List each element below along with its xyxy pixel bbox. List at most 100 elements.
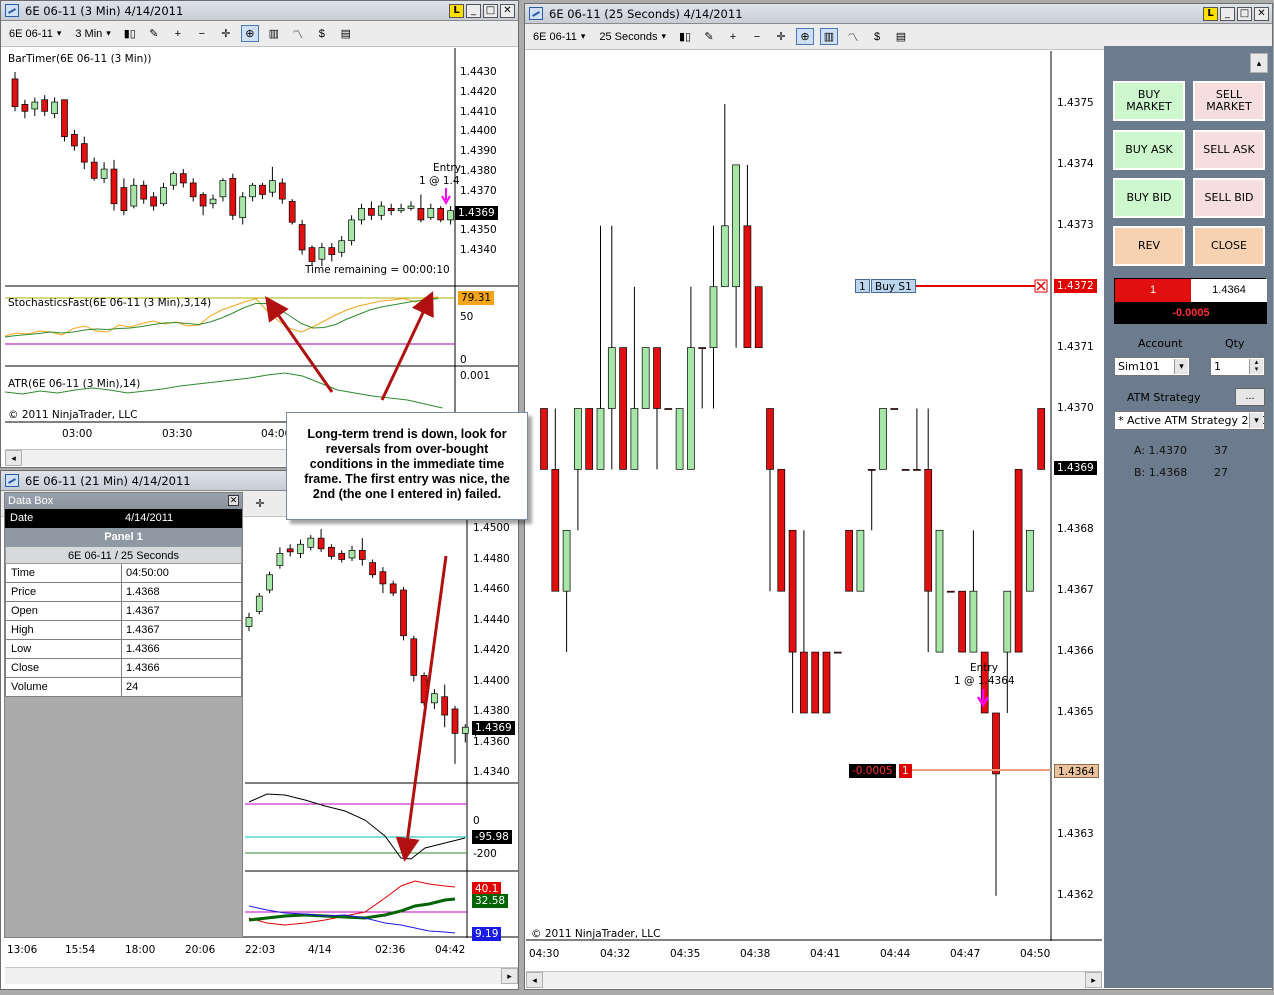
crosshair-icon[interactable]: ✛ bbox=[217, 25, 235, 42]
row-label: High bbox=[6, 621, 122, 639]
candle-body bbox=[266, 574, 273, 591]
close-button[interactable]: ✕ bbox=[1254, 7, 1269, 21]
account-label: Account bbox=[1138, 337, 1183, 350]
win1.price_ticks-tick: 1.4380 bbox=[460, 165, 497, 177]
candle-body bbox=[619, 347, 627, 470]
scroll-left-button[interactable]: ◂ bbox=[5, 450, 22, 466]
reverse-button[interactable]: REV bbox=[1113, 226, 1185, 266]
candle-body bbox=[328, 247, 336, 255]
time-tick: 04:42 bbox=[435, 944, 466, 956]
price-panel-3min[interactable]: BarTimer(6E 06-11 (3 Min)) Time remainin… bbox=[5, 48, 518, 448]
minimize-button[interactable]: _ bbox=[1220, 7, 1235, 21]
zoom-in-icon[interactable]: + bbox=[724, 28, 742, 45]
entry-label: Entry bbox=[970, 662, 998, 674]
bar-type-icon[interactable]: ▮▯ bbox=[121, 25, 139, 42]
close-button[interactable]: ✕ bbox=[500, 4, 515, 18]
instrument-selector[interactable]: 6E 06-11 bbox=[529, 30, 589, 44]
candle-body bbox=[297, 543, 304, 554]
sell-market-button[interactable]: SELL MARKET bbox=[1193, 81, 1265, 121]
bar-type-icon[interactable]: ▮▯ bbox=[676, 28, 694, 45]
atm-options-button[interactable]: ... bbox=[1235, 388, 1265, 406]
panel-collapse-button[interactable]: ▴ bbox=[1250, 53, 1268, 73]
row-value: 1.4367 bbox=[126, 605, 160, 617]
chevron-down-icon[interactable]: ▾ bbox=[1174, 359, 1188, 374]
candle-body bbox=[1003, 590, 1012, 653]
candle-body bbox=[160, 187, 167, 205]
properties-icon[interactable]: ▤ bbox=[892, 28, 910, 45]
win3.price_ticks-tick: 1.4374 bbox=[1057, 157, 1094, 170]
stoch-tick-0: 0 bbox=[460, 354, 467, 366]
crosshair-icon[interactable]: ✛ bbox=[251, 495, 269, 512]
properties-icon[interactable]: ▤ bbox=[337, 25, 355, 42]
candle-body bbox=[867, 469, 876, 471]
buy-ask-button[interactable]: BUY ASK bbox=[1113, 130, 1185, 170]
ask-price-label: A: 1.4370 bbox=[1134, 444, 1188, 457]
chart-25sec-svg bbox=[526, 51, 1102, 941]
maximize-button[interactable]: □ bbox=[1237, 7, 1252, 21]
indicators-icon[interactable]: 〽 bbox=[844, 28, 862, 45]
chart-trader-icon[interactable]: ▥ bbox=[820, 28, 838, 45]
time-tick: 15:54 bbox=[65, 944, 96, 956]
window-titlebar[interactable]: 6E 06-11 (3 Min) 4/14/2011 L _ □ ✕ bbox=[1, 1, 518, 21]
buy-market-button[interactable]: BUY MARKET bbox=[1113, 81, 1185, 121]
scroll-right-button[interactable]: ▸ bbox=[501, 968, 518, 984]
zoom-out-icon[interactable]: − bbox=[193, 25, 211, 42]
candle-body bbox=[389, 583, 397, 594]
maximize-button[interactable]: □ bbox=[483, 4, 498, 18]
candle-body bbox=[687, 347, 695, 470]
candle-body bbox=[307, 537, 315, 548]
drawing-pencil-icon[interactable]: ✎ bbox=[145, 25, 163, 42]
entry-qty-label: 1 @ 1.4 bbox=[419, 175, 460, 187]
horizontal-scrollbar[interactable]: ◂ ▸ bbox=[526, 971, 1102, 988]
zoom-in-icon[interactable]: + bbox=[169, 25, 187, 42]
chevron-down-icon[interactable]: ▾ bbox=[1249, 413, 1263, 428]
indicators-icon[interactable]: 〽 bbox=[289, 25, 307, 42]
drawing-pencil-icon[interactable]: ✎ bbox=[700, 28, 718, 45]
adx-line bbox=[248, 897, 456, 922]
chart-trader-icon[interactable]: ▥ bbox=[265, 25, 283, 42]
zoom-out-icon[interactable]: − bbox=[748, 28, 766, 45]
candle-body bbox=[879, 408, 887, 470]
candle-body bbox=[596, 408, 605, 470]
win2.price_ticks-tick: 1.4500 bbox=[473, 522, 510, 534]
link-button[interactable]: L bbox=[449, 4, 464, 18]
strategies-icon[interactable]: $ bbox=[313, 25, 331, 42]
data-box-title[interactable]: Data Box ✕ bbox=[5, 493, 242, 509]
interval-selector[interactable]: 3 Min bbox=[71, 27, 114, 41]
data-box-row: Volume 24 bbox=[5, 678, 242, 697]
win2.price_ticks-tick: 1.4440 bbox=[473, 613, 510, 626]
chart-trader-panel: ▴ BUY MARKET SELL MARKET BUY ASK SELL AS… bbox=[1104, 46, 1273, 988]
candle-body bbox=[811, 651, 820, 714]
global-crosshair-icon[interactable]: ⊕ bbox=[796, 28, 814, 45]
order-label-tag[interactable]: Buy S1 bbox=[871, 279, 916, 293]
row-value: 24 bbox=[126, 681, 139, 693]
stochastics-value-tag: 79.31 bbox=[458, 291, 495, 305]
candle-body bbox=[664, 408, 673, 410]
global-crosshair-icon[interactable]: ⊕ bbox=[240, 25, 259, 42]
close-position-button[interactable]: CLOSE bbox=[1193, 226, 1265, 266]
win3.price_ticks-tick: 1.4365 bbox=[1057, 706, 1094, 718]
scroll-right-button[interactable]: ▸ bbox=[1085, 972, 1102, 988]
horizontal-scrollbar[interactable]: ▸ bbox=[5, 967, 518, 984]
window-titlebar[interactable]: 6E 06-11 (25 Seconds) 4/14/2011 L _ □ ✕ bbox=[525, 4, 1272, 24]
win3.price_ticks-tick: 1.4367 bbox=[1057, 584, 1094, 597]
sell-bid-button[interactable]: SELL BID bbox=[1193, 178, 1265, 218]
interval-selector[interactable]: 25 Seconds bbox=[595, 30, 670, 44]
crosshair-icon[interactable]: ✛ bbox=[772, 28, 790, 45]
close-icon[interactable]: ✕ bbox=[228, 495, 239, 506]
price-panel-25sec[interactable]: 1.4375 1.4374 1.4373 1.4372 1.4371 1.4370 1.43… bbox=[526, 51, 1102, 971]
buy-bid-button[interactable]: BUY BID bbox=[1113, 178, 1185, 218]
candle-body bbox=[427, 208, 435, 218]
quantity-stepper[interactable]: 1 ▴ ▾ bbox=[1210, 357, 1265, 376]
minimize-button[interactable]: _ bbox=[466, 4, 481, 18]
instrument-selector[interactable]: 6E 06-11 bbox=[5, 27, 65, 41]
link-button[interactable]: L bbox=[1203, 7, 1218, 21]
di-minus-line bbox=[248, 905, 456, 934]
order-qty-tag[interactable]: 1 bbox=[855, 279, 870, 293]
scroll-left-button[interactable]: ◂ bbox=[526, 972, 543, 988]
spinner-arrows-icon[interactable]: ▴ ▾ bbox=[1249, 359, 1263, 374]
sell-ask-button[interactable]: SELL ASK bbox=[1193, 130, 1265, 170]
account-select[interactable]: Sim101 ▾ bbox=[1114, 357, 1190, 376]
strategies-icon[interactable]: $ bbox=[868, 28, 886, 45]
atm-strategy-select[interactable]: * Active ATM Strategy 2 - C ▾ bbox=[1114, 411, 1265, 430]
